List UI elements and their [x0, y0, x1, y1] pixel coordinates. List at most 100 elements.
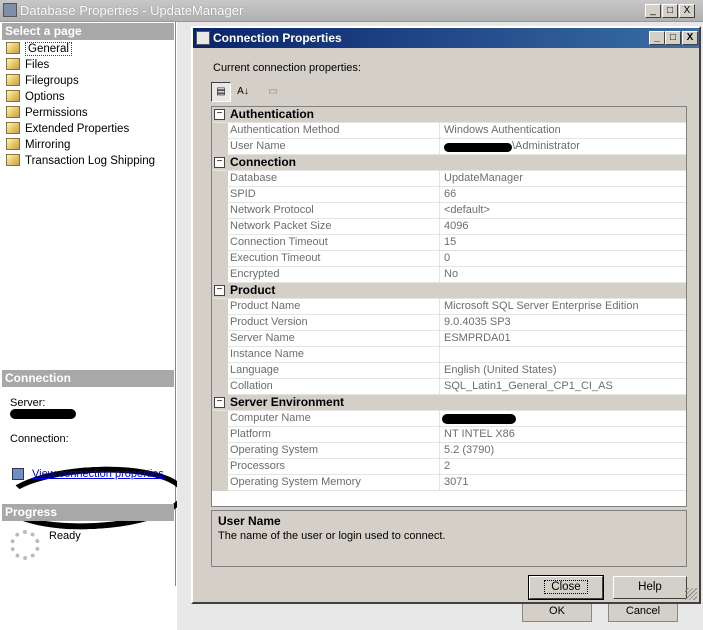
- property-row[interactable]: Network Protocol <default>: [212, 203, 686, 219]
- collapse-icon[interactable]: −: [214, 109, 225, 120]
- property-row[interactable]: User Name \Administrator: [212, 139, 686, 155]
- property-name: Platform: [230, 427, 440, 443]
- category-row[interactable]: − Server Environment: [212, 395, 686, 411]
- page-item-transaction-log-shipping[interactable]: Transaction Log Shipping: [6, 154, 155, 170]
- property-name: Database: [230, 171, 440, 187]
- property-grid[interactable]: − Authentication Authentication Method Wind…: [211, 106, 687, 507]
- category-row[interactable]: − Connection: [212, 155, 686, 171]
- property-row[interactable]: Collation SQL_Latin1_General_CP1_CI_AS: [212, 379, 686, 395]
- property-row[interactable]: Processors 2: [212, 459, 686, 475]
- property-value: NT INTEL X86: [444, 428, 515, 440]
- resize-grip-icon[interactable]: [685, 588, 697, 600]
- page-icon: [6, 58, 20, 70]
- outer-window-titlebar: Database Properties - UpdateManager _ □ …: [0, 0, 703, 22]
- property-value: 15: [444, 236, 457, 248]
- close-button[interactable]: X: [679, 4, 695, 18]
- row-gutter: [212, 331, 228, 347]
- current-properties-label: Current connection properties:: [213, 62, 361, 74]
- property-name: Execution Timeout: [230, 251, 440, 267]
- property-name: Processors: [230, 459, 440, 475]
- property-row[interactable]: Computer Name: [212, 411, 686, 427]
- dialog-maximize-button[interactable]: □: [665, 31, 681, 45]
- description-title: User Name: [218, 514, 281, 528]
- property-value: SQL_Latin1_General_CP1_CI_AS: [444, 380, 613, 392]
- minimize-button[interactable]: _: [645, 4, 661, 18]
- help-button[interactable]: Help: [613, 576, 687, 599]
- page-item-filegroups[interactable]: Filegroups: [6, 74, 79, 90]
- property-row[interactable]: Product Name Microsoft SQL Server Enterpr…: [212, 299, 686, 315]
- property-row[interactable]: Language English (United States): [212, 363, 686, 379]
- row-gutter: [212, 459, 228, 475]
- row-gutter: [212, 363, 228, 379]
- page-icon: [6, 42, 20, 54]
- redacted-domain: [444, 143, 512, 152]
- property-row[interactable]: SPID 66: [212, 187, 686, 203]
- property-row[interactable]: Network Packet Size 4096: [212, 219, 686, 235]
- database-icon: [3, 3, 17, 17]
- collapse-icon[interactable]: −: [214, 397, 225, 408]
- collapse-icon[interactable]: −: [214, 157, 225, 168]
- select-page-header: Select a page: [2, 23, 174, 40]
- row-gutter: [212, 443, 228, 459]
- row-gutter: [212, 203, 228, 219]
- property-row[interactable]: Connection Timeout 15: [212, 235, 686, 251]
- row-gutter: [212, 235, 228, 251]
- property-value: UpdateManager: [444, 172, 523, 184]
- categorized-view-icon[interactable]: ▤: [211, 82, 231, 102]
- page-item-label: General: [25, 42, 72, 56]
- page-icon: [6, 138, 20, 150]
- view-connection-properties-link[interactable]: View connection properties: [32, 468, 164, 480]
- maximize-button[interactable]: □: [662, 4, 678, 18]
- connection-properties-dialog: Connection Properties _ □ X Current conn…: [191, 26, 701, 604]
- page-item-mirroring[interactable]: Mirroring: [6, 138, 70, 154]
- dialog-title: Connection Properties: [213, 31, 342, 45]
- property-row[interactable]: Operating System 5.2 (3790): [212, 443, 686, 459]
- property-name: Product Version: [230, 315, 440, 331]
- dialog-close-action-button[interactable]: Close: [528, 575, 604, 600]
- property-row[interactable]: Execution Timeout 0: [212, 251, 686, 267]
- page-item-label: Files: [25, 59, 50, 71]
- dialog-close-button[interactable]: X: [682, 31, 698, 45]
- page-icon: [6, 74, 20, 86]
- property-name: Collation: [230, 379, 440, 395]
- property-name: Server Name: [230, 331, 440, 347]
- property-row[interactable]: Product Version 9.0.4035 SP3: [212, 315, 686, 331]
- dialog-minimize-button[interactable]: _: [649, 31, 665, 45]
- property-value: ESMPRDA01: [444, 332, 511, 344]
- page-item-permissions[interactable]: Permissions: [6, 106, 88, 122]
- category-name: Server Environment: [230, 395, 345, 409]
- alphabetical-sort-icon[interactable]: A↓: [233, 82, 253, 102]
- page-item-files[interactable]: Files: [6, 58, 49, 74]
- page-item-options[interactable]: Options: [6, 90, 65, 106]
- property-row[interactable]: Platform NT INTEL X86: [212, 427, 686, 443]
- page-icon: [6, 106, 20, 118]
- property-name: User Name: [230, 139, 440, 155]
- row-gutter: [212, 123, 228, 139]
- property-name: Language: [230, 363, 440, 379]
- category-row[interactable]: − Product: [212, 283, 686, 299]
- property-value: Microsoft SQL Server Enterprise Edition: [444, 300, 639, 312]
- outer-window-title: Database Properties - UpdateManager: [20, 3, 244, 18]
- property-value: 9.0.4035 SP3: [444, 316, 511, 328]
- row-gutter: [212, 171, 228, 187]
- property-value: 2: [444, 460, 451, 472]
- property-row[interactable]: Instance Name: [212, 347, 686, 363]
- page-item-extended-properties[interactable]: Extended Properties: [6, 122, 129, 138]
- property-name: Computer Name: [230, 411, 440, 427]
- property-row[interactable]: Server Name ESMPRDA01: [212, 331, 686, 347]
- connection-label: Connection:: [10, 433, 69, 445]
- page-item-general[interactable]: General: [6, 42, 72, 58]
- property-name: Instance Name: [230, 347, 440, 363]
- progress-status: Ready: [49, 530, 81, 542]
- page-item-label: Permissions: [25, 107, 88, 119]
- property-row[interactable]: Database UpdateManager: [212, 171, 686, 187]
- category-row[interactable]: − Authentication: [212, 107, 686, 123]
- property-value: English (United States): [444, 364, 557, 376]
- row-gutter: [212, 475, 228, 491]
- property-row[interactable]: Authentication Method Windows Authenticat…: [212, 123, 686, 139]
- property-row[interactable]: Operating System Memory 3071: [212, 475, 686, 491]
- collapse-icon[interactable]: −: [214, 285, 225, 296]
- property-row[interactable]: Encrypted No: [212, 267, 686, 283]
- property-name: SPID: [230, 187, 440, 203]
- connection-properties-icon: [12, 468, 24, 480]
